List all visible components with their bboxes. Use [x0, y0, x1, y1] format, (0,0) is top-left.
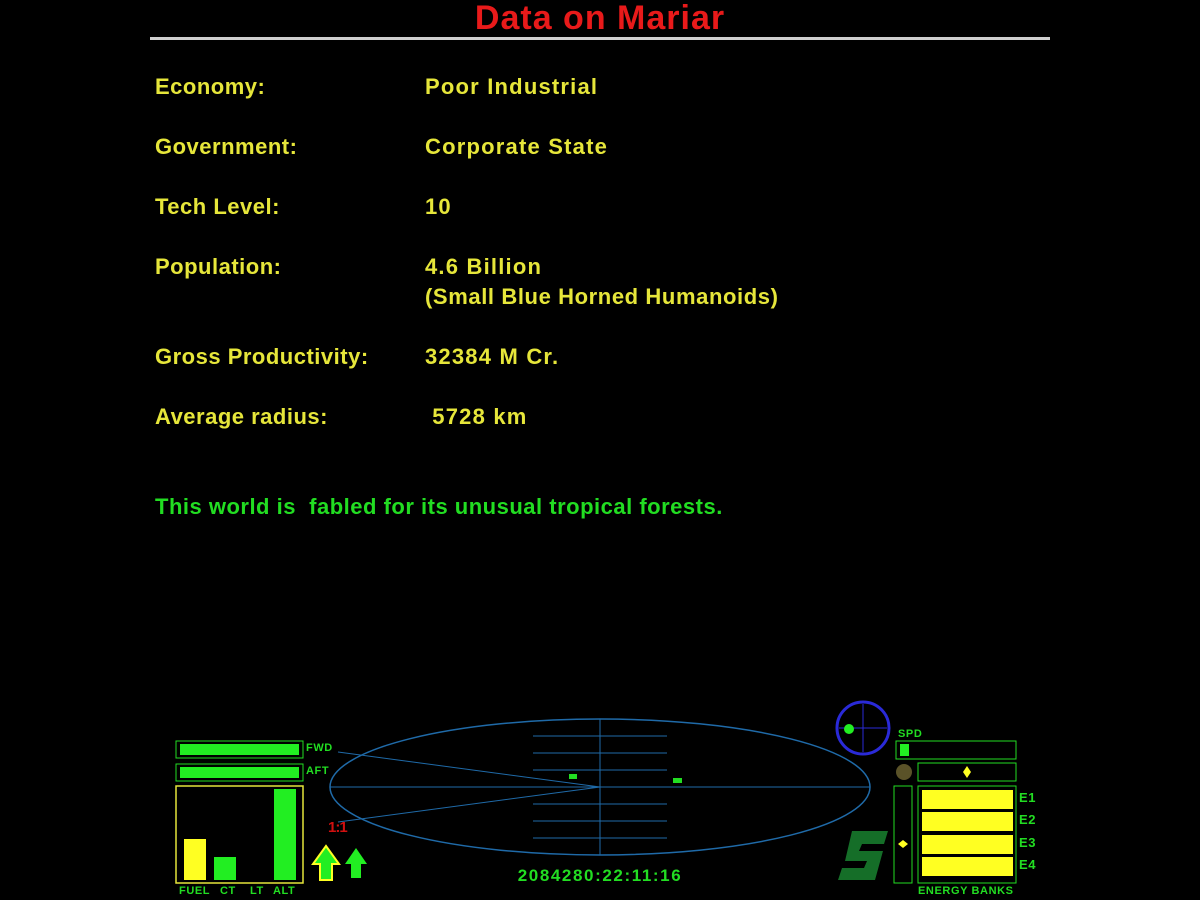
- energy-banks-label: ENERGY BANKS: [918, 885, 1014, 897]
- game-clock: 2084280:22:11:16: [517, 866, 683, 885]
- energy-bank-bar: [922, 835, 1013, 854]
- fwd-shield-label: FWD: [306, 742, 333, 754]
- cabin-temp-label: CT: [220, 885, 236, 897]
- compass-icon: [835, 700, 891, 756]
- fuel-gauge: [184, 839, 206, 880]
- scanner-contact: [673, 778, 682, 783]
- altitude-gauge: [274, 789, 296, 880]
- fuel-label: FUEL: [179, 885, 211, 897]
- laser-temp-label: LT: [250, 885, 264, 897]
- missile-icon: [311, 844, 341, 881]
- energy-bank-label: E4: [1019, 857, 1037, 872]
- status-condition-icon: [838, 831, 888, 880]
- energy-bank-label: E3: [1019, 835, 1037, 850]
- energy-bank-label: E1: [1019, 790, 1037, 805]
- alert-light-icon: [896, 764, 912, 780]
- pitch-indicator-frame: [893, 785, 913, 884]
- pitch-roll-arrow-icon: [345, 848, 367, 878]
- aft-shield-label: AFT: [306, 765, 330, 777]
- speed-frame: [895, 740, 1017, 760]
- ship-hud: [175, 700, 1017, 884]
- energy-bank-label: E2: [1019, 812, 1037, 827]
- energy-bank-bar: [922, 857, 1013, 876]
- speed-bar: [900, 744, 909, 756]
- roll-indicator-marker: [963, 766, 971, 778]
- energy-bank-bar: [922, 812, 1013, 831]
- altitude-label: ALT: [273, 885, 296, 897]
- speed-label: SPD: [898, 728, 923, 740]
- scanner-zoom: 1:1: [328, 819, 348, 836]
- aft-shield-bar: [180, 767, 299, 778]
- pitch-indicator-marker: [898, 840, 908, 848]
- cabin-temp-gauge: [214, 857, 236, 880]
- scanner: [329, 718, 871, 856]
- scanner-contact: [569, 774, 577, 779]
- energy-bank-bar: [922, 790, 1013, 809]
- fwd-shield-bar: [180, 744, 299, 755]
